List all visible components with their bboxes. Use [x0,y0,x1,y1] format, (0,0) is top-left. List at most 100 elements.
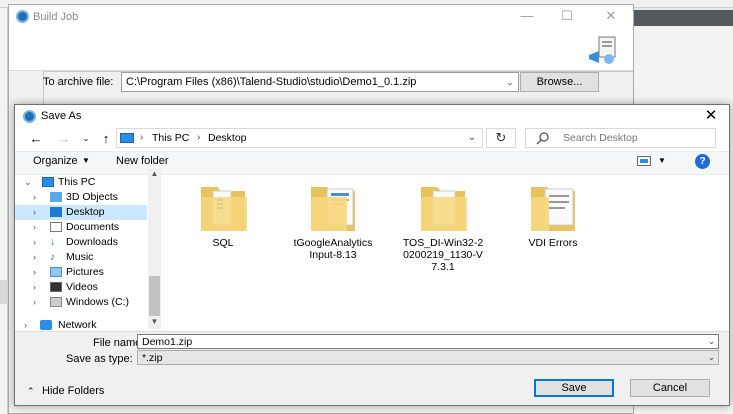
minimize-icon[interactable]: — [519,9,535,23]
recent-locations-chevron-icon[interactable]: ⌄ [77,130,95,148]
file-label: TOS_DI-Win32-2 0200219_1130-V 7.3.1 [402,237,484,273]
navigation-tree: ⌄ This PC › 3D Objects › Desktop › Docum… [15,175,161,331]
chevron-right-icon[interactable]: › [33,250,36,265]
chevron-right-icon[interactable]: › [33,190,36,205]
tree-item-this-pc[interactable]: ⌄ This PC [15,175,147,190]
build-job-lower-bar [0,280,8,304]
hide-folders-button[interactable]: Hide Folders [42,385,104,397]
tree-item-pictures[interactable]: › Pictures [15,265,147,280]
music-icon: ♪ [50,251,56,263]
tree-item-documents[interactable]: › Documents [15,220,147,235]
drive-icon [50,297,62,307]
breadcrumb-desktop[interactable]: Desktop [208,132,247,144]
ide-right-bar [633,10,733,26]
tree-item-videos[interactable]: › Videos [15,280,147,295]
pc-icon [42,177,54,187]
pc-icon [120,133,134,143]
talend-app-icon [23,110,36,123]
file-item-sql[interactable]: SQL [177,179,269,279]
tree-item-music[interactable]: › ♪ Music [15,250,147,265]
chevron-right-icon[interactable]: › [33,220,36,235]
build-job-icon [589,36,616,64]
close-icon[interactable]: ✕ [701,106,721,126]
save-button[interactable]: Save [534,379,614,397]
save-as-titlebar: Save As ✕ [15,105,729,127]
chevron-down-icon[interactable]: ⌄ [463,129,481,147]
help-icon[interactable]: ? [695,154,710,169]
talend-app-icon [16,10,29,23]
downloads-icon: ↓ [50,236,56,248]
tree-item-label: Documents [66,221,120,233]
chevron-down-icon[interactable]: ⌄ [24,175,32,190]
caret-down-icon[interactable]: ▼ [658,156,666,165]
build-job-titlebar: Build Job — ☐ ✕ [9,5,633,29]
breadcrumb-separator-icon: › [140,132,144,143]
save-as-type-label: Save as type: [66,353,133,365]
breadcrumb-this-pc[interactable]: This PC [152,132,189,144]
documents-icon [50,222,62,232]
archive-file-input[interactable]: C:\Program Files (x86)\Talend-Studio\stu… [121,72,519,92]
tree-item-label: Music [66,251,94,263]
save-as-type-select[interactable]: *.zip [137,350,719,365]
tree-item-label: Network [58,319,97,331]
file-label: tGoogleAnalytics Input-8.13 [293,237,373,261]
search-placeholder: Search Desktop [563,132,638,144]
save-as-title: Save As [41,110,82,122]
chevron-down-icon[interactable]: ⌄ [502,73,518,91]
file-item-tgoogleanalytics[interactable]: tGoogleAnalytics Input-8.13 [287,179,379,279]
tree-item-windows-c[interactable]: › Windows (C:) [15,295,147,310]
cancel-button[interactable]: Cancel [630,379,710,397]
tree-item-label: Desktop [66,206,105,218]
folder-icon [311,187,355,231]
chevron-right-icon[interactable]: › [33,280,36,295]
forward-arrow-icon[interactable]: → [55,130,73,148]
chevron-right-icon[interactable]: › [33,235,36,250]
breadcrumb-separator-icon: › [197,132,201,143]
file-label: SQL [212,237,234,249]
archive-file-label: To archive file: [43,76,114,88]
tree-item-label: 3D Objects [66,191,118,203]
up-arrow-icon[interactable]: ↑ [97,130,115,148]
chevron-down-icon[interactable]: ⌄ [705,335,718,348]
tree-item-label: Pictures [66,266,104,278]
back-arrow-icon[interactable]: ← [27,130,45,148]
file-item-tos-di[interactable]: TOS_DI-Win32-2 0200219_1130-V 7.3.1 [397,179,489,279]
build-job-title: Build Job [33,11,79,23]
videos-icon [50,282,62,292]
scrollbar-thumb[interactable] [149,276,160,316]
chevron-right-icon[interactable]: › [33,295,36,310]
chevron-right-icon[interactable]: › [33,205,36,220]
chevron-up-icon[interactable]: ⌃ [27,386,35,397]
file-item-vdi-errors[interactable]: VDI Errors [507,179,599,279]
organize-button[interactable]: Organize [33,155,78,167]
network-icon [40,320,52,330]
tree-item-desktop[interactable]: › Desktop [15,205,147,220]
tree-item-downloads[interactable]: › ↓ Downloads [15,235,147,250]
scroll-up-icon[interactable]: ▲ [148,169,161,181]
folder-icon [421,187,467,231]
refresh-icon[interactable]: ↻ [486,128,516,148]
maximize-icon[interactable]: ☐ [559,9,575,23]
build-job-header [9,29,633,71]
save-as-dialog: Save As ✕ ← → ⌄ ↑ › This PC › Desktop ⌄ … [14,104,730,406]
browse-button[interactable]: Browse... [520,72,599,92]
file-name-input[interactable]: Demo1.zip [137,334,719,349]
pictures-icon [50,267,62,277]
3d-objects-icon [50,192,62,202]
tree-item-label: Windows (C:) [66,296,130,308]
tree-item-label: Videos [66,281,98,293]
close-icon[interactable]: ✕ [603,9,619,23]
tree-item-3d-objects[interactable]: › 3D Objects [15,190,147,205]
folder-icon [531,187,575,231]
scroll-down-icon[interactable]: ▼ [148,317,161,329]
new-folder-button[interactable]: New folder [116,155,169,167]
file-label: VDI Errors [528,237,578,249]
ide-left-panel [0,8,8,414]
folder-icon [201,187,247,231]
view-options-icon[interactable] [637,156,651,166]
caret-down-icon[interactable]: ▼ [82,156,90,165]
chevron-down-icon[interactable]: ⌄ [705,351,718,364]
desktop-icon [50,207,62,217]
tree-item-label: This PC [58,176,96,188]
chevron-right-icon[interactable]: › [33,265,36,280]
